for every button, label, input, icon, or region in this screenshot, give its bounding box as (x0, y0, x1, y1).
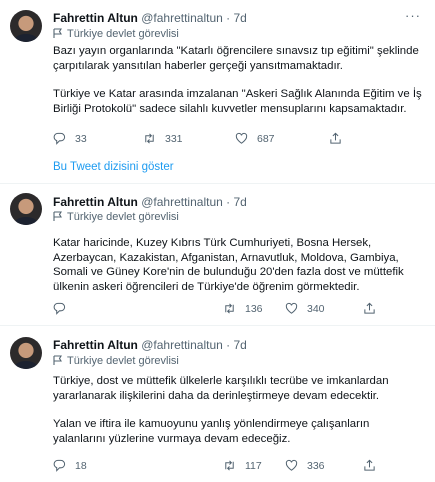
reply-count: 18 (75, 459, 87, 472)
heart-icon (285, 459, 298, 471)
flag-icon (53, 211, 62, 221)
tweet-actions: 18 117 336 (53, 459, 413, 475)
retweet-count: 331 (165, 132, 183, 145)
government-label[interactable]: Türkiye devlet görevlisi (53, 211, 179, 223)
retweet-count: 117 (245, 459, 262, 472)
like-button[interactable]: 687 (235, 132, 275, 145)
tweet-header: Fahrettin Altun @fahrettinaltun · 7d (53, 195, 247, 209)
separator-dot: · (226, 11, 231, 25)
tweet-actions: 136 340 (53, 302, 413, 318)
more-icon[interactable]: ··· (405, 8, 421, 23)
tweet-paragraph: Türkiye, dost ve müttefik ülkelerle karş… (53, 375, 389, 402)
label-text: Türkiye devlet görevlisi (67, 211, 179, 223)
avatar[interactable] (10, 193, 42, 225)
label-text: Türkiye devlet görevlisi (67, 28, 179, 40)
tweet-3[interactable]: Fahrettin Altun @fahrettinaltun · 7d Tür… (0, 326, 435, 482)
like-button[interactable]: 340 (285, 302, 325, 315)
tweet-header: Fahrettin Altun @fahrettinaltun · 7d (53, 338, 247, 352)
tweet-2[interactable]: Fahrettin Altun @fahrettinaltun · 7d Tür… (0, 184, 435, 324)
reply-icon (53, 132, 66, 145)
tweet-actions: 33 331 687 (53, 132, 413, 148)
timestamp[interactable]: 7d (233, 11, 246, 25)
retweet-button[interactable]: 331 (143, 132, 183, 145)
heart-icon (235, 132, 248, 144)
author-handle[interactable]: @fahrettinaltun (141, 338, 223, 352)
author-handle[interactable]: @fahrettinaltun (141, 195, 223, 209)
reply-button[interactable]: 33 (53, 132, 87, 145)
separator-dot: · (226, 338, 231, 352)
retweet-icon (225, 303, 234, 314)
tweet-text: Katar haricinde, Kuzey Kıbrıs Türk Cumhu… (53, 236, 425, 308)
tweet-paragraph: Katar haricinde, Kuzey Kıbrıs Türk Cumhu… (53, 237, 404, 293)
heart-icon (285, 302, 298, 314)
like-count: 340 (307, 302, 325, 315)
tweet-paragraph: Yalan ve iftira ile kamuoyunu yanlış yön… (53, 418, 370, 445)
share-button[interactable] (329, 132, 342, 145)
tweet-text: Bazı yayın organlarında "Katarlı öğrenci… (53, 44, 425, 130)
flag-icon (53, 28, 62, 38)
share-icon (364, 459, 375, 471)
retweet-count: 136 (245, 302, 263, 315)
show-thread-link[interactable]: Bu Tweet dizisini göster (53, 161, 174, 173)
retweet-button[interactable]: 117 (223, 459, 262, 472)
author-handle[interactable]: @fahrettinaltun (141, 11, 223, 25)
separator-dot: · (226, 195, 231, 209)
share-button[interactable] (363, 302, 376, 315)
retweet-icon (145, 133, 154, 144)
author-name[interactable]: Fahrettin Altun (53, 11, 138, 25)
reply-button[interactable] (53, 302, 75, 315)
tweet-paragraph: Bazı yayın organlarında "Katarlı öğrenci… (53, 45, 419, 72)
retweet-icon (225, 460, 234, 471)
flag-icon (53, 355, 62, 365)
government-label[interactable]: Türkiye devlet görevlisi (53, 28, 179, 40)
reply-button[interactable]: 18 (53, 459, 87, 472)
timestamp[interactable]: 7d (233, 195, 246, 209)
tweet-1[interactable]: Fahrettin Altun @fahrettinaltun · 7d ···… (0, 0, 435, 170)
tweet-text: Türkiye, dost ve müttefik ülkelerle karş… (53, 374, 425, 460)
share-icon (330, 132, 341, 144)
share-button[interactable] (363, 459, 376, 472)
like-button[interactable]: 336 (285, 459, 325, 472)
share-icon (364, 302, 375, 314)
timestamp[interactable]: 7d (233, 338, 246, 352)
author-name[interactable]: Fahrettin Altun (53, 195, 138, 209)
reply-count: 33 (75, 132, 87, 145)
government-label[interactable]: Türkiye devlet görevlisi (53, 355, 179, 367)
reply-icon (53, 459, 66, 472)
like-count: 336 (307, 459, 325, 472)
avatar[interactable] (10, 10, 42, 42)
label-text: Türkiye devlet görevlisi (67, 355, 179, 367)
reply-icon (53, 302, 66, 315)
author-name[interactable]: Fahrettin Altun (53, 338, 138, 352)
tweet-header: Fahrettin Altun @fahrettinaltun · 7d (53, 11, 247, 25)
retweet-button[interactable]: 136 (223, 302, 263, 315)
tweet-paragraph: Türkiye ve Katar arasında imzalanan "Ask… (53, 88, 422, 115)
avatar[interactable] (10, 337, 42, 369)
like-count: 687 (257, 132, 275, 145)
